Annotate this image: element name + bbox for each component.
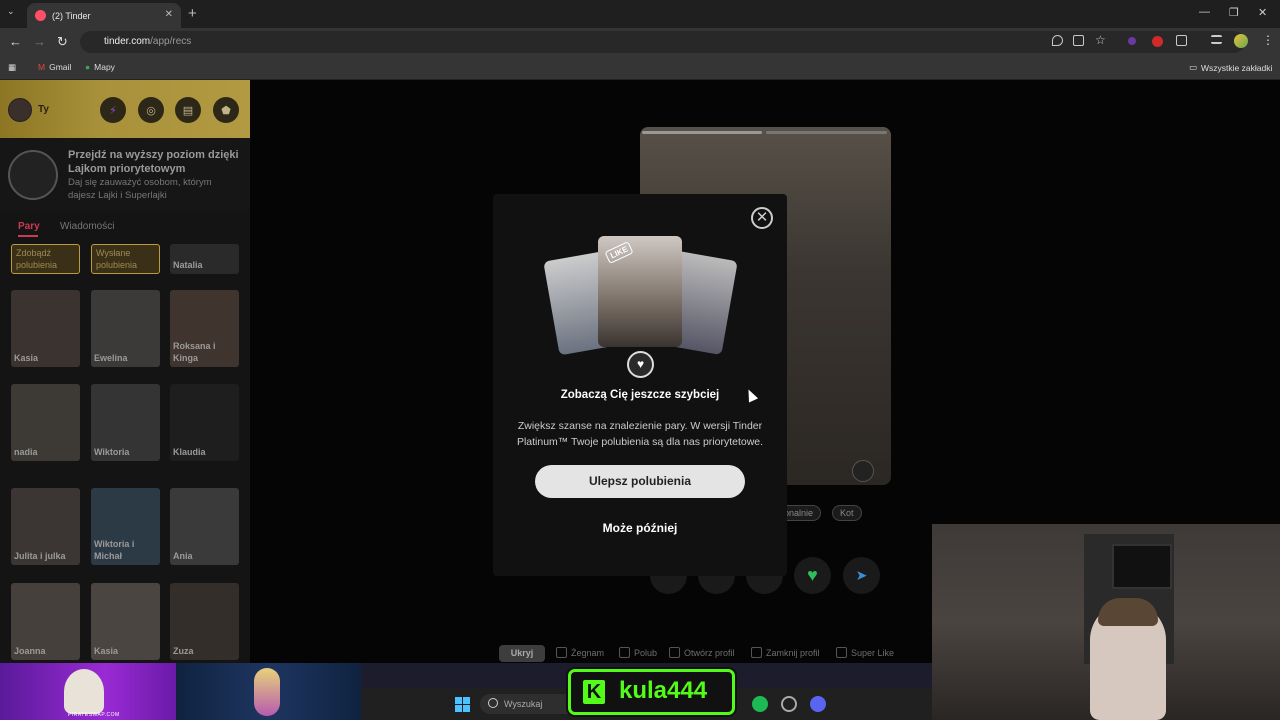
hint-nope: Żegnam bbox=[556, 647, 604, 658]
sent-likes-tile[interactable]: Wysłane polubienia bbox=[91, 244, 160, 274]
like-badge: LIKE bbox=[604, 241, 634, 264]
match-tile[interactable]: Zuza bbox=[170, 583, 239, 660]
hint-super-like: Super Like bbox=[836, 647, 894, 658]
gmail-icon: M bbox=[38, 62, 46, 72]
apps-grid-icon[interactable]: ▦ bbox=[8, 62, 16, 73]
like-heart-icon[interactable]: ♥ bbox=[794, 557, 831, 594]
close-modal-icon[interactable]: ✕ bbox=[751, 207, 773, 229]
maps-pin-icon: ● bbox=[85, 62, 91, 72]
match-tile[interactable]: Klaudia bbox=[170, 384, 239, 461]
new-tab-icon[interactable]: + bbox=[188, 5, 197, 22]
extension-record-icon[interactable] bbox=[1152, 36, 1163, 47]
match-tile[interactable]: Wiktoria i Michał bbox=[91, 488, 160, 565]
url-text: tinder.com/app/recs bbox=[104, 36, 192, 47]
bookmarks-bar bbox=[0, 56, 1280, 80]
match-tile[interactable]: Natalia bbox=[170, 244, 239, 274]
hint-close-profile: Zamknij profil bbox=[751, 647, 820, 658]
kick-logo-icon: K bbox=[583, 680, 605, 704]
minimize-icon[interactable]: — bbox=[1199, 6, 1210, 18]
briefcase-icon[interactable]: ▤ bbox=[175, 97, 201, 123]
rooster-mascot-icon bbox=[64, 669, 104, 714]
heart-icon: ♥ bbox=[627, 351, 654, 378]
forward-icon[interactable]: → bbox=[33, 34, 46, 49]
menu-dots-icon[interactable]: ⋮ bbox=[1262, 33, 1274, 47]
reload-icon[interactable]: ↻ bbox=[57, 34, 68, 50]
maximize-icon[interactable]: ❐ bbox=[1229, 6, 1239, 19]
sidebar: Ty ⚡ ◎ ▤ ⬟ Przejdź na wyższy poziom dzię… bbox=[0, 80, 250, 663]
all-bookmarks[interactable]: ▭ Wszystkie zakładki bbox=[1189, 62, 1272, 73]
tab-tinder[interactable]: (2) Tinder ✕ bbox=[27, 3, 181, 28]
match-tile[interactable]: Kasia bbox=[11, 290, 80, 367]
discord-icon[interactable] bbox=[810, 696, 826, 712]
promo-banner[interactable]: Przejdź na wyższy poziom dzięki Lajkom p… bbox=[0, 138, 250, 212]
upgrade-likes-button[interactable]: Ulepsz polubienia bbox=[535, 465, 745, 498]
match-tile[interactable]: Joanna bbox=[11, 583, 80, 660]
folder-icon: ▭ bbox=[1189, 62, 1198, 72]
sample-photo-center: LIKE bbox=[598, 236, 682, 347]
promo-subtitle: Daj się zauważyć osobom, którym dajesz L… bbox=[68, 177, 212, 201]
sponsor-text: PIRATESWAP.COM bbox=[68, 712, 120, 718]
knife-icon bbox=[254, 668, 280, 716]
steam-icon[interactable] bbox=[781, 696, 797, 712]
tab-search-icon[interactable]: ⌄ bbox=[7, 6, 15, 17]
explore-icon[interactable]: ◎ bbox=[138, 97, 164, 123]
match-tile[interactable]: Roksana i Kinga bbox=[170, 290, 239, 367]
boost-icon[interactable]: ⚡ bbox=[100, 97, 126, 123]
bookmark-mapy[interactable]: ● Mapy bbox=[85, 62, 115, 72]
match-tile[interactable]: Kasia bbox=[91, 583, 160, 660]
close-tab-icon[interactable]: ✕ bbox=[165, 9, 173, 20]
address-bar[interactable] bbox=[80, 31, 1245, 53]
user-label[interactable]: Ty bbox=[38, 104, 49, 115]
expand-profile-icon[interactable] bbox=[852, 460, 874, 482]
search-icon bbox=[488, 698, 498, 708]
match-tile[interactable]: Wiktoria bbox=[91, 384, 160, 461]
avatar[interactable] bbox=[8, 98, 32, 122]
streamer-hair bbox=[1098, 598, 1158, 626]
modal-body: Zwiększ szanse na znalezienie pary. W we… bbox=[516, 420, 764, 448]
bookmark-gmail[interactable]: M Gmail bbox=[38, 62, 71, 72]
spotify-icon[interactable] bbox=[752, 696, 768, 712]
monitor bbox=[1112, 544, 1172, 589]
hint-like: Polub bbox=[619, 647, 657, 658]
webcam-feed bbox=[932, 524, 1280, 720]
extension-icon[interactable] bbox=[1128, 37, 1136, 45]
tab-wiadomosci[interactable]: Wiadomości bbox=[60, 221, 114, 232]
hide-hints-button[interactable]: Ukryj bbox=[499, 645, 545, 662]
match-tile[interactable]: Julita i julka bbox=[11, 488, 80, 565]
location-icon[interactable] bbox=[1052, 35, 1063, 46]
get-likes-tile[interactable]: Zdobądź polubienia bbox=[11, 244, 80, 274]
match-tile[interactable]: nadia bbox=[11, 384, 80, 461]
kick-username: kula444 bbox=[619, 677, 708, 704]
match-tile[interactable]: Ewelina bbox=[91, 290, 160, 367]
shield-icon[interactable]: ⬟ bbox=[213, 97, 239, 123]
tab-title: (2) Tinder bbox=[52, 10, 91, 21]
promo-title: Przejdź na wyższy poziom dzięki Lajkom p… bbox=[68, 149, 239, 175]
promo-avatar bbox=[8, 150, 58, 200]
maybe-later-button[interactable]: Może później bbox=[493, 521, 787, 535]
extensions-puzzle-icon[interactable] bbox=[1176, 35, 1187, 46]
boost-send-icon[interactable]: ➤ bbox=[843, 557, 880, 594]
knife-skins-banner bbox=[176, 663, 361, 720]
active-tab-underline bbox=[18, 235, 38, 237]
interest-chip: Kot bbox=[832, 505, 862, 521]
close-window-icon[interactable]: ✕ bbox=[1258, 6, 1267, 19]
install-app-icon[interactable] bbox=[1073, 35, 1084, 46]
photo-progress bbox=[642, 131, 887, 134]
star-icon[interactable]: ☆ bbox=[1095, 33, 1106, 47]
tinder-favicon-icon bbox=[35, 10, 46, 21]
tab-pary[interactable]: Pary bbox=[18, 221, 40, 232]
back-icon[interactable]: ← bbox=[9, 34, 22, 49]
kick-username-badge: K kula444 bbox=[568, 669, 735, 715]
media-control-icon[interactable] bbox=[1211, 35, 1222, 44]
windows-start-icon[interactable] bbox=[455, 697, 470, 712]
profile-avatar-icon[interactable] bbox=[1234, 34, 1248, 48]
match-tile[interactable]: Ania bbox=[170, 488, 239, 565]
hint-open-profile: Otwórz profil bbox=[669, 647, 735, 658]
